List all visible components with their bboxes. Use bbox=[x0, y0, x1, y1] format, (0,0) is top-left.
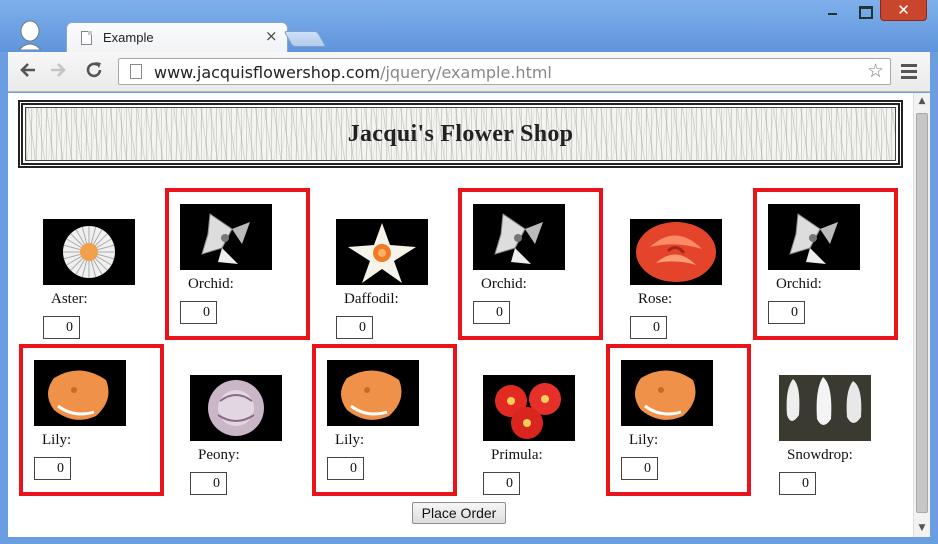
close-icon: ✕ bbox=[897, 1, 910, 19]
flower-cell: Lily: 0 bbox=[606, 344, 751, 496]
browser-toolbar: www.jacquisflowershop.com/jquery/example… bbox=[8, 52, 930, 92]
quantity-input[interactable]: 0 bbox=[473, 301, 510, 324]
page-icon bbox=[81, 31, 92, 45]
reload-icon bbox=[86, 62, 102, 78]
flower-cell: Lily: 0 bbox=[19, 344, 164, 496]
tab-title: Example bbox=[103, 30, 154, 45]
aster-image bbox=[43, 219, 135, 285]
reload-button[interactable] bbox=[82, 60, 106, 84]
flower-cell: Snowdrop: 0 bbox=[764, 359, 909, 511]
new-tab-button[interactable] bbox=[283, 31, 327, 47]
chrome-menu-icon[interactable] bbox=[901, 64, 917, 79]
flower-label: Lily: bbox=[335, 432, 365, 448]
quantity-input[interactable]: 0 bbox=[190, 472, 227, 495]
shop-header: Jacqui's Flower Shop bbox=[18, 100, 903, 168]
page-info-icon bbox=[130, 64, 142, 79]
back-button[interactable] bbox=[16, 60, 40, 84]
close-window-button[interactable]: ✕ bbox=[880, 0, 927, 21]
place-order-button[interactable]: Place Order bbox=[412, 502, 506, 524]
orchid-image bbox=[768, 204, 860, 270]
flower-label: Primula: bbox=[491, 447, 543, 463]
flower-label: Lily: bbox=[42, 432, 72, 448]
quantity-input[interactable]: 0 bbox=[630, 316, 667, 339]
primula-image bbox=[483, 375, 575, 441]
quantity-input[interactable]: 0 bbox=[336, 316, 373, 339]
bookmark-star-icon[interactable]: ☆ bbox=[867, 60, 884, 82]
maximize-button[interactable] bbox=[850, 0, 878, 21]
lily-image bbox=[621, 360, 713, 426]
page-viewport: Jacqui's Flower Shop Aster: 0 Orchid: 0 Daff… bbox=[8, 93, 930, 537]
flower-label: Lily: bbox=[629, 432, 659, 448]
flower-cell: Aster: 0 bbox=[28, 203, 173, 355]
flower-cell: Rose: 0 bbox=[615, 203, 760, 355]
lily-image bbox=[34, 360, 126, 426]
forward-arrow-icon bbox=[51, 63, 66, 77]
quantity-input[interactable]: 0 bbox=[768, 301, 805, 324]
quantity-input[interactable]: 0 bbox=[621, 457, 658, 480]
profile-avatar-icon[interactable] bbox=[16, 20, 44, 50]
flower-cell: Orchid: 0 bbox=[458, 188, 603, 340]
scroll-down-arrow-icon[interactable]: ▼ bbox=[914, 520, 930, 537]
minimize-button[interactable] bbox=[818, 0, 846, 21]
url-host: www.jacquisflowershop.com bbox=[154, 63, 381, 82]
back-arrow-icon bbox=[20, 63, 35, 77]
flower-label: Orchid: bbox=[188, 276, 234, 292]
quantity-input[interactable]: 0 bbox=[483, 472, 520, 495]
scroll-up-arrow-icon[interactable]: ▲ bbox=[914, 93, 930, 110]
flower-label: Aster: bbox=[51, 291, 88, 307]
header-banner: Jacqui's Flower Shop bbox=[25, 107, 896, 161]
flower-cell: Orchid: 0 bbox=[165, 188, 310, 340]
peony-image bbox=[190, 375, 282, 441]
quantity-input[interactable]: 0 bbox=[327, 457, 364, 480]
lily-image bbox=[327, 360, 419, 426]
quantity-input[interactable]: 0 bbox=[779, 472, 816, 495]
flower-label: Peony: bbox=[198, 447, 240, 463]
quantity-input[interactable]: 0 bbox=[34, 457, 71, 480]
forward-button[interactable] bbox=[46, 60, 70, 84]
orchid-image bbox=[180, 204, 272, 270]
quantity-input[interactable]: 0 bbox=[43, 316, 80, 339]
flower-label: Daffodil: bbox=[344, 291, 399, 307]
snowdrop-image bbox=[779, 375, 871, 441]
orchid-image bbox=[473, 204, 565, 270]
flower-cell: Peony: 0 bbox=[175, 359, 320, 511]
rose-image bbox=[630, 219, 722, 285]
daffodil-image bbox=[336, 219, 428, 285]
url-path: /jquery/example.html bbox=[380, 63, 552, 82]
url-text[interactable]: www.jacquisflowershop.com/jquery/example… bbox=[154, 63, 552, 82]
window-titlebar: Example × ✕ bbox=[0, 0, 938, 52]
vertical-scrollbar[interactable]: ▲ ▼ bbox=[913, 93, 930, 537]
flower-cell: Daffodil: 0 bbox=[321, 203, 466, 355]
flower-label: Snowdrop: bbox=[787, 447, 853, 463]
page-title: Jacqui's Flower Shop bbox=[347, 120, 574, 147]
flower-label: Rose: bbox=[638, 291, 673, 307]
flower-label: Orchid: bbox=[776, 276, 822, 292]
flower-cell: Lily: 0 bbox=[312, 344, 457, 496]
address-bar[interactable]: www.jacquisflowershop.com/jquery/example… bbox=[118, 58, 891, 85]
browser-tab[interactable]: Example × bbox=[66, 22, 288, 52]
flower-cell: Primula: 0 bbox=[468, 359, 613, 511]
tab-close-icon[interactable]: × bbox=[265, 27, 278, 45]
scroll-thumb[interactable] bbox=[916, 113, 928, 513]
flower-cell: Orchid: 0 bbox=[753, 188, 898, 340]
flower-label: Orchid: bbox=[481, 276, 527, 292]
quantity-input[interactable]: 0 bbox=[180, 301, 217, 324]
